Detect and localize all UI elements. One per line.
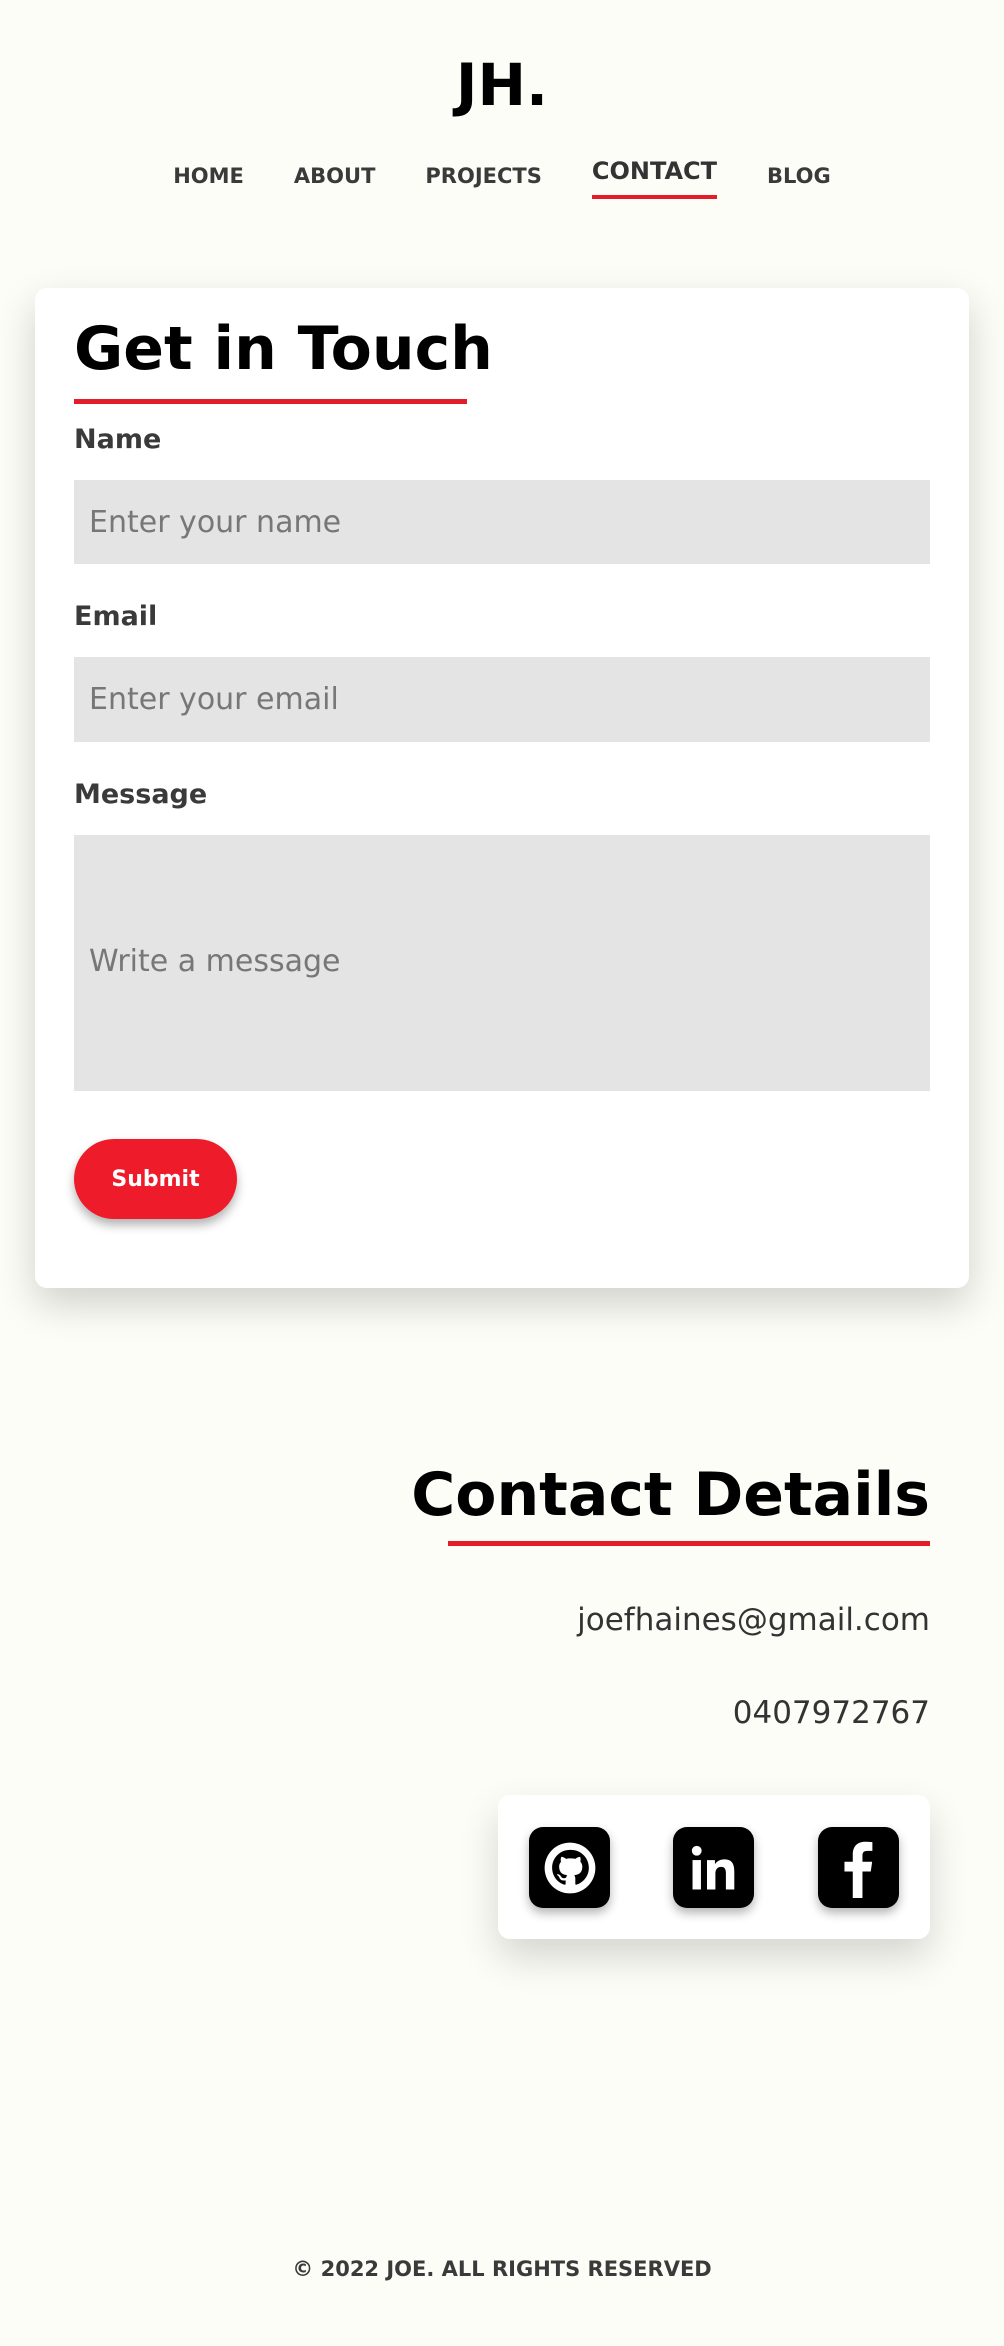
main-nav: HOME ABOUT PROJECTS CONTACT BLOG — [0, 158, 1004, 199]
facebook-link[interactable] — [818, 1827, 899, 1908]
form-title: Get in Touch — [74, 314, 493, 384]
submit-button[interactable]: Submit — [74, 1139, 237, 1219]
contact-details-title: Contact Details — [411, 1460, 930, 1530]
nav-about[interactable]: ABOUT — [294, 163, 376, 197]
github-link[interactable] — [529, 1827, 610, 1908]
email-label: Email — [74, 601, 158, 632]
github-icon — [544, 1842, 595, 1893]
linkedin-link[interactable] — [673, 1827, 754, 1908]
facebook-icon — [843, 1841, 872, 1898]
contact-email[interactable]: joefhaines@gmail.com — [577, 1602, 930, 1638]
site-logo[interactable]: JH. — [0, 52, 1004, 118]
social-links — [498, 1795, 930, 1939]
nav-blog[interactable]: BLOG — [767, 163, 831, 197]
nav-contact[interactable]: CONTACT — [591, 158, 718, 199]
contact-phone[interactable]: 0407972767 — [733, 1695, 930, 1731]
footer-copyright: © 2022 JOE. ALL RIGHTS RESERVED — [292, 2257, 712, 2281]
contact-form-card: Get in Touch Name Email Message Submit — [35, 288, 969, 1288]
message-textarea[interactable] — [74, 835, 930, 1091]
nav-projects[interactable]: PROJECTS — [425, 163, 541, 197]
name-label: Name — [74, 424, 162, 455]
name-input[interactable] — [74, 480, 930, 564]
form-title-underline — [74, 399, 467, 404]
message-label: Message — [74, 779, 208, 810]
nav-home[interactable]: HOME — [173, 163, 244, 197]
email-input[interactable] — [74, 657, 930, 742]
linkedin-icon — [691, 1845, 734, 1889]
contact-details-underline — [448, 1541, 930, 1546]
